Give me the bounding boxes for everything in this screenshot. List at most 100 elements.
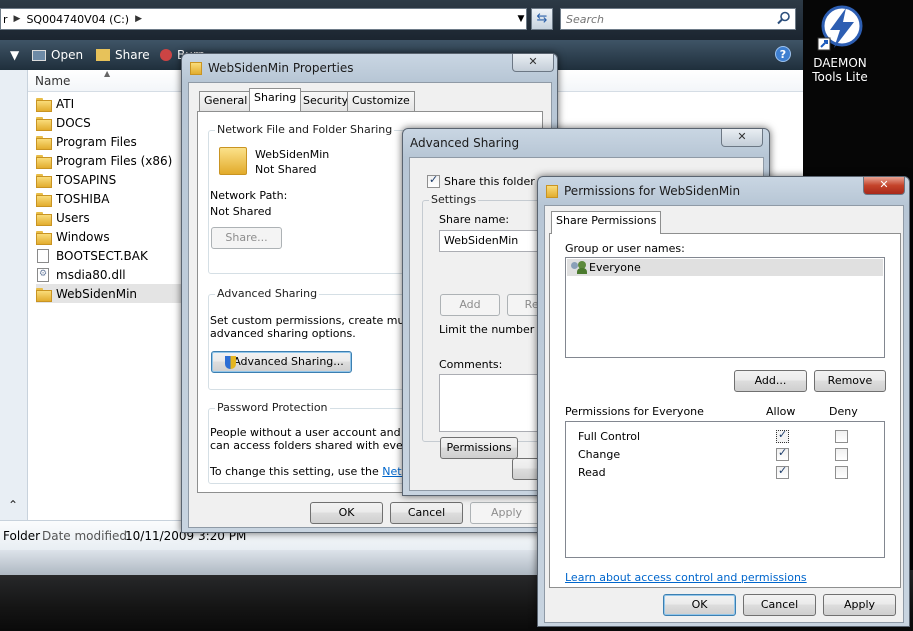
deny-checkbox-change[interactable] — [835, 448, 848, 461]
permissions-body: Share Permissions Group or user names: E… — [544, 205, 904, 623]
users-group-icon — [571, 261, 587, 274]
list-item[interactable]: TOSAPINS — [36, 170, 186, 189]
navigation-pane: ⌃ — [0, 70, 28, 520]
tab-sharing[interactable]: Sharing — [249, 88, 302, 111]
advanced-sharing-button[interactable]: Advanced Sharing... — [211, 351, 352, 373]
share-button[interactable]: Share — [96, 46, 150, 64]
file-name: DOCS — [56, 115, 91, 130]
file-name: TOSAPINS — [56, 172, 117, 187]
address-bar[interactable]: r ▶ SQ004740V04 (C:) ▶ — [0, 8, 527, 30]
advanced-sharing-title: Advanced Sharing — [410, 136, 520, 150]
close-icon[interactable]: ✕ — [721, 129, 763, 147]
learn-permissions-link[interactable]: Learn about access control and permissio… — [565, 571, 807, 584]
list-item-everyone[interactable]: Everyone — [567, 259, 883, 276]
breadcrumb-chevron-icon[interactable]: ▶ — [135, 14, 142, 24]
list-item[interactable]: BOOTSECT.BAK — [36, 246, 186, 265]
advanced-sharing-label: Advanced Sharing... — [233, 355, 344, 368]
folder-icon — [36, 287, 52, 302]
group-names-list: Everyone — [565, 257, 885, 358]
list-item[interactable]: ATI — [36, 94, 186, 113]
search-icon[interactable] — [777, 11, 791, 25]
uac-shield-icon — [225, 356, 236, 369]
close-icon[interactable]: ✕ — [512, 54, 554, 72]
table-row: Full Control — [566, 427, 884, 445]
open-button[interactable]: Open — [32, 46, 83, 64]
permissions-button[interactable]: Permissions — [440, 437, 518, 459]
details-type: Folder — [3, 529, 41, 543]
apply-button[interactable]: Apply — [470, 502, 543, 524]
share-folder-checkbox[interactable] — [427, 173, 440, 188]
sort-arrow-icon: ▲ — [104, 69, 111, 78]
daemon-tools-desktop-icon[interactable]: DAEMON Tools Lite — [810, 4, 910, 94]
close-icon[interactable]: ✕ — [863, 177, 905, 195]
deny-checkbox-full-control[interactable] — [835, 430, 848, 443]
ok-button[interactable]: OK — [310, 502, 383, 524]
cancel-button[interactable]: Cancel — [390, 502, 463, 524]
deny-column-header: Deny — [829, 405, 858, 418]
group-names-label: Group or user names: — [565, 242, 685, 255]
list-item[interactable]: Windows — [36, 227, 186, 246]
search-box[interactable] — [560, 8, 796, 30]
file-name: BOOTSECT.BAK — [56, 248, 148, 263]
allow-checkbox-change[interactable] — [776, 446, 789, 461]
breadcrumb-chevron-icon[interactable]: ▶ — [14, 14, 21, 24]
cancel-button[interactable]: Cancel — [743, 594, 816, 616]
folder-icon — [36, 116, 52, 131]
share-label: Share — [115, 48, 150, 62]
dll-file-icon — [37, 267, 49, 282]
allow-checkbox-read[interactable] — [776, 464, 789, 479]
list-item[interactable]: Program Files (x86) — [36, 151, 186, 170]
add-user-button[interactable]: Add... — [734, 370, 807, 392]
share-button[interactable]: Share... — [211, 227, 282, 249]
permission-name: Full Control — [578, 430, 641, 443]
list-item[interactable]: Program Files — [36, 132, 186, 151]
list-item[interactable]: Users — [36, 208, 186, 227]
ok-button[interactable]: OK — [663, 594, 736, 616]
help-icon[interactable]: ? — [775, 46, 791, 62]
address-bar-area: r ▶ SQ004740V04 (C:) ▶ ▼ ⇆ — [0, 0, 803, 40]
folder-icon — [36, 230, 52, 245]
file-name: WebSidenMin — [56, 286, 138, 301]
advanced-desc-line1: Set custom permissions, create multiple — [210, 314, 432, 327]
password-desc-line2: can access folders shared with everyo — [210, 439, 421, 452]
tab-share-permissions[interactable]: Share Permissions — [551, 211, 662, 234]
tab-security[interactable]: Security — [298, 91, 354, 111]
table-row: Read — [566, 463, 884, 481]
breadcrumb-current[interactable]: SQ004740V04 (C:) — [26, 13, 129, 26]
add-share-button[interactable]: Add — [440, 294, 500, 316]
permissions-title: Permissions for WebSidenMin — [564, 184, 741, 198]
list-item[interactable]: DOCS — [36, 113, 186, 132]
network-path-label: Network Path: — [210, 189, 288, 202]
permissions-for-label: Permissions for Everyone — [565, 405, 704, 418]
settings-label: Settings — [429, 193, 479, 206]
advanced-desc-line2: advanced sharing options. — [210, 327, 356, 340]
deny-checkbox-read[interactable] — [835, 466, 848, 479]
open-label: Open — [51, 48, 84, 62]
organize-dropdown-icon[interactable]: ▼ — [10, 46, 19, 64]
password-heading: Password Protection — [215, 401, 330, 414]
remove-user-button[interactable]: Remove — [814, 370, 886, 392]
apply-button[interactable]: Apply — [823, 594, 896, 616]
folder-status: Not Shared — [255, 163, 317, 176]
folder-name: WebSidenMin — [255, 148, 330, 161]
breadcrumb-prev[interactable]: r — [3, 13, 8, 26]
daemon-label-line1: DAEMON — [813, 56, 867, 70]
password-change-label: To change this setting, use the — [210, 465, 379, 478]
tab-customize[interactable]: Customize — [347, 91, 415, 111]
folder-icon — [36, 97, 52, 112]
advanced-sharing-heading: Advanced Sharing — [215, 287, 320, 300]
search-input[interactable] — [561, 9, 761, 29]
list-item[interactable]: msdia80.dll — [36, 265, 186, 284]
column-header-name[interactable]: Name — [35, 74, 70, 88]
collapse-chevron-icon[interactable]: ⌃ — [8, 498, 18, 512]
share-icon — [96, 49, 110, 61]
shared-folder-icon — [219, 147, 247, 175]
address-dropdown-icon[interactable]: ▼ — [514, 9, 528, 29]
allow-checkbox-full-control[interactable] — [776, 428, 789, 443]
burn-icon — [160, 49, 172, 61]
network-path-value: Not Shared — [210, 205, 272, 218]
tab-general[interactable]: General — [199, 91, 253, 111]
refresh-button[interactable]: ⇆ — [531, 8, 553, 30]
list-item[interactable]: WebSidenMin — [36, 284, 188, 303]
list-item[interactable]: TOSHIBA — [36, 189, 186, 208]
